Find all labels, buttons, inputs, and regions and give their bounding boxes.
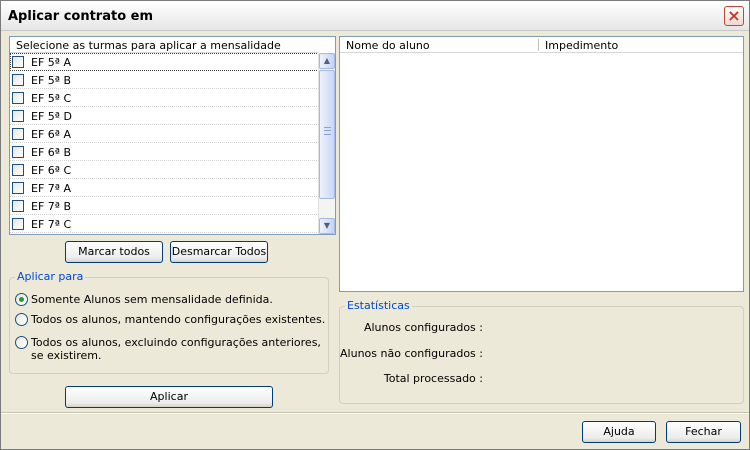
column-header-label: Nome do aluno (346, 39, 430, 52)
list-item[interactable]: EF 5ª A (10, 53, 319, 71)
checkbox[interactable] (12, 128, 24, 140)
apply-for-group: Aplicar para Somente Alunos sem mensalid… (9, 270, 329, 374)
title-bar[interactable]: Aplicar contrato em × (1, 1, 749, 31)
list-item-label: EF 7ª B (31, 200, 71, 213)
apply-button[interactable]: Aplicar (65, 386, 273, 408)
window-title: Aplicar contrato em (8, 9, 154, 24)
list-item[interactable]: EF 5ª D (10, 107, 319, 125)
class-list-header-label: Selecione as turmas para aplicar a mensa… (16, 39, 281, 52)
list-item-label: EF 7ª C (31, 218, 72, 231)
total-processed-label: Total processado : (383, 372, 483, 385)
class-list-rows: EF 5ª A EF 5ª B EF 5ª C EF 5ª D EF 6ª A … (10, 53, 319, 233)
checkbox[interactable] (12, 218, 24, 230)
checkbox[interactable] (12, 200, 24, 212)
grip-icon (324, 127, 331, 135)
radio-button[interactable] (15, 313, 28, 326)
help-button[interactable]: Ajuda (582, 421, 656, 443)
list-item-label: EF 7ª A (31, 182, 71, 195)
checkbox[interactable] (12, 164, 24, 176)
list-item[interactable]: EF 7ª C (10, 215, 319, 233)
apply-for-title: Aplicar para (15, 270, 86, 283)
checkbox[interactable] (12, 74, 24, 86)
list-item-label: EF 5ª B (31, 74, 71, 87)
checkbox[interactable] (12, 56, 24, 68)
unmark-all-button[interactable]: Desmarcar Todos (170, 241, 268, 263)
list-item[interactable]: EF 7ª B (10, 197, 319, 215)
dialog-window: Aplicar contrato em × Selecione as turma… (0, 0, 750, 450)
checkbox[interactable] (12, 92, 24, 104)
list-item-label: EF 5ª A (31, 56, 71, 69)
list-item-label: EF 6ª A (31, 128, 71, 141)
checkbox[interactable] (12, 110, 24, 122)
column-header-student-name[interactable]: Nome do aluno (340, 37, 538, 53)
unconfigured-students-label: Alunos não configurados : (340, 347, 483, 360)
column-header-label: Impedimento (545, 39, 619, 52)
list-item-label: EF 5ª C (31, 92, 72, 105)
list-item[interactable]: EF 5ª B (10, 71, 319, 89)
class-list-header[interactable]: Selecione as turmas para aplicar a mensa… (10, 37, 318, 53)
list-item[interactable]: EF 7ª A (10, 179, 319, 197)
checkbox[interactable] (12, 182, 24, 194)
vertical-scrollbar[interactable]: ▲ ▼ (318, 53, 335, 234)
list-item[interactable]: EF 5ª C (10, 89, 319, 107)
checkbox[interactable] (12, 146, 24, 158)
statistics-title: Estatísticas (345, 299, 412, 312)
statistics-group: Estatísticas Alunos configurados : Aluno… (339, 299, 744, 404)
list-item[interactable]: EF 6ª C (10, 161, 319, 179)
scroll-up-icon[interactable]: ▲ (319, 53, 335, 69)
radio-label: Somente Alunos sem mensalidade definida. (31, 293, 273, 306)
scroll-down-icon[interactable]: ▼ (319, 218, 335, 234)
close-button[interactable]: Fechar (666, 421, 741, 443)
column-header-impediment[interactable]: Impedimento (539, 37, 743, 53)
class-list: Selecione as turmas para aplicar a mensa… (9, 36, 336, 235)
list-item-label: EF 5ª D (31, 110, 72, 123)
close-icon[interactable]: × (724, 6, 744, 26)
radio-label: Todos os alunos, excluindo configurações… (31, 336, 321, 349)
divider (1, 413, 749, 414)
list-item-label: EF 6ª C (31, 164, 72, 177)
radio-label-continued: se existirem. (31, 349, 102, 362)
list-item[interactable]: EF 6ª A (10, 125, 319, 143)
configured-students-label: Alunos configurados : (363, 321, 483, 334)
mark-all-button[interactable]: Marcar todos (65, 241, 163, 263)
list-item-label: EF 6ª B (31, 146, 71, 159)
radio-label: Todos os alunos, mantendo configurações … (31, 313, 326, 326)
radio-button[interactable] (15, 293, 28, 306)
scroll-thumb[interactable] (319, 70, 335, 199)
list-item[interactable]: EF 6ª B (10, 143, 319, 161)
radio-button[interactable] (15, 336, 28, 349)
student-list: Nome do aluno Impedimento (339, 36, 744, 292)
